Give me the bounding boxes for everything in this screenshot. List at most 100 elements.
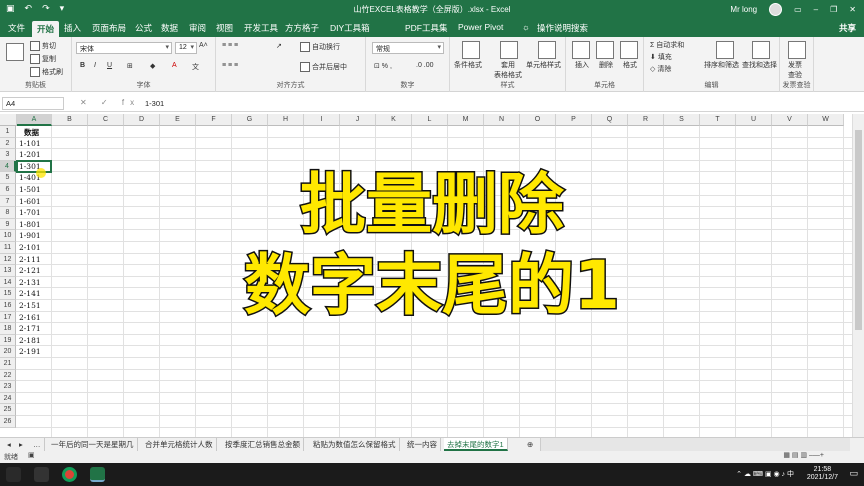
font-size-select[interactable]: 12 xyxy=(175,42,197,54)
align-left-icon[interactable]: ≡ ≡ ≡ xyxy=(222,62,238,69)
row-header[interactable]: 3 xyxy=(0,149,16,161)
border-icon[interactable]: ⊞ xyxy=(127,62,133,70)
row-header[interactable]: 20 xyxy=(0,346,16,358)
select-all-corner[interactable] xyxy=(0,114,17,126)
align-top-icon[interactable]: ≡ ≡ ≡ xyxy=(222,42,238,49)
tab-developer[interactable]: 开发工具 xyxy=(244,22,278,34)
data-cell[interactable]: 1-201 xyxy=(19,150,41,159)
user-name[interactable]: Mr long xyxy=(730,5,757,14)
conditional-format-button[interactable]: 条件格式 xyxy=(454,60,482,70)
header-cell[interactable]: 数据 xyxy=(24,127,39,138)
delete-cells-button[interactable]: 删除 xyxy=(599,60,613,70)
add-sheet-icon[interactable]: ⊕ xyxy=(524,438,536,451)
row-header[interactable]: 26 xyxy=(0,416,16,428)
italic-button[interactable]: I xyxy=(94,62,96,69)
phonetic-icon[interactable]: 文 xyxy=(192,62,199,72)
ribbon-display-icon[interactable]: ▭ xyxy=(794,5,802,14)
excel-taskbar-icon[interactable] xyxy=(90,467,105,482)
column-header[interactable]: I xyxy=(304,114,340,126)
currency-icon[interactable]: ⊡ % , xyxy=(374,62,392,70)
decimal-icon[interactable]: .0 .00 xyxy=(416,62,434,69)
cut-button[interactable]: 剪切 xyxy=(30,41,56,52)
sort-filter-icon[interactable] xyxy=(716,41,734,59)
column-header[interactable]: O xyxy=(520,114,556,126)
font-name-select[interactable]: 宋体 xyxy=(76,42,172,54)
autosum-button[interactable]: Σ 自动求和 xyxy=(650,40,684,50)
format-table-button[interactable]: 套用 表格格式 xyxy=(494,60,522,80)
sort-filter-button[interactable]: 排序和筛选 xyxy=(704,60,739,70)
grow-font-icon[interactable]: A˄ xyxy=(199,42,208,49)
tell-me-search[interactable]: 操作说明搜索 xyxy=(537,22,588,34)
tab-data[interactable]: 数据 xyxy=(161,22,178,34)
delete-cells-icon[interactable] xyxy=(596,41,614,59)
row-header[interactable]: 2 xyxy=(0,137,16,150)
view-buttons[interactable]: ▦ ▤ ▥ –—+ xyxy=(783,451,824,459)
column-header[interactable]: S xyxy=(664,114,700,126)
column-header[interactable]: T xyxy=(700,114,736,126)
avatar[interactable] xyxy=(769,3,783,16)
minimize-icon[interactable]: – xyxy=(814,5,818,14)
sheet-tab[interactable]: 统一内容 xyxy=(404,438,441,451)
column-header[interactable]: E xyxy=(160,114,196,126)
bold-button[interactable]: B xyxy=(80,62,85,69)
number-format-select[interactable]: 常规 xyxy=(372,42,444,54)
row-header[interactable]: 25 xyxy=(0,404,16,416)
macro-record-icon[interactable]: ▣ xyxy=(28,451,35,459)
paste-icon[interactable] xyxy=(6,43,24,61)
find-select-icon[interactable] xyxy=(752,41,770,59)
row-header[interactable]: 19 xyxy=(0,334,16,347)
wrap-text-button[interactable]: 自动换行 xyxy=(300,42,340,53)
column-header[interactable]: U xyxy=(736,114,772,126)
start-icon[interactable] xyxy=(6,467,21,482)
copy-button[interactable]: 复制 xyxy=(30,54,56,65)
sheet-more-icon[interactable]: … xyxy=(30,438,45,451)
format-table-icon[interactable] xyxy=(500,41,518,59)
sheet-tab[interactable]: 按季度汇总销售总金额 xyxy=(222,438,304,451)
column-header[interactable]: C xyxy=(88,114,124,126)
sheet-tab[interactable]: 一年后的同一天是星期几 xyxy=(48,438,138,451)
formula-controls[interactable]: ✕ ✓ fx xyxy=(80,98,140,107)
cell-styles-button[interactable]: 单元格样式 xyxy=(526,60,561,70)
data-cell[interactable]: 1-101 xyxy=(19,139,41,148)
tray-icons[interactable]: ⌃ ☁ ⌨ ▣ ◉ ♪ 中 xyxy=(736,469,794,479)
column-header[interactable]: N xyxy=(484,114,520,126)
fill-button[interactable]: ⬇ 填充 xyxy=(650,52,672,62)
tab-review[interactable]: 审阅 xyxy=(189,22,206,34)
row-header[interactable]: 22 xyxy=(0,369,16,382)
insert-cells-button[interactable]: 插入 xyxy=(575,60,589,70)
merge-center-button[interactable]: 合并后居中 xyxy=(300,62,347,73)
font-color-icon[interactable]: A xyxy=(172,62,177,69)
column-header[interactable]: G xyxy=(232,114,268,126)
format-cells-button[interactable]: 格式 xyxy=(623,60,637,70)
formula-input[interactable]: 1-301 xyxy=(145,99,164,108)
column-header[interactable]: H xyxy=(268,114,304,126)
column-header[interactable]: D xyxy=(124,114,160,126)
format-painter-button[interactable]: 格式刷 xyxy=(30,67,63,78)
column-header[interactable]: L xyxy=(412,114,448,126)
row-header[interactable]: 21 xyxy=(0,358,16,370)
column-header[interactable]: A xyxy=(17,114,52,126)
sheet-scroll-right-icon[interactable]: ▸ xyxy=(16,438,26,451)
underline-button[interactable]: U xyxy=(107,62,112,69)
clear-button[interactable]: ◇ 清除 xyxy=(650,64,671,74)
conditional-format-icon[interactable] xyxy=(462,41,480,59)
restore-icon[interactable]: ❐ xyxy=(830,5,837,14)
sheet-tab-active[interactable]: 去掉末尾的数字1 xyxy=(444,438,508,451)
sheet-tab[interactable]: 粘贴为数值怎么保留格式 xyxy=(310,438,400,451)
chrome-icon[interactable] xyxy=(62,467,77,482)
row-header[interactable]: 23 xyxy=(0,381,16,393)
column-header[interactable]: W xyxy=(808,114,844,126)
column-header[interactable]: Q xyxy=(592,114,628,126)
column-header[interactable]: F xyxy=(196,114,232,126)
share-button[interactable]: 共享 xyxy=(839,22,856,34)
tab-insert[interactable]: 插入 xyxy=(64,22,81,34)
column-header[interactable]: P xyxy=(556,114,592,126)
orientation-icon[interactable]: ↗ xyxy=(276,42,282,50)
alien-app-icon[interactable] xyxy=(34,467,49,482)
tab-formulas[interactable]: 公式 xyxy=(135,22,152,34)
name-box[interactable]: A4 xyxy=(2,97,64,110)
data-cell[interactable]: 2-191 xyxy=(19,347,41,356)
insert-cells-icon[interactable] xyxy=(572,41,590,59)
taskbar-clock[interactable]: 21:58 2021/12/7 xyxy=(807,466,838,482)
invoice-icon[interactable] xyxy=(788,41,806,59)
